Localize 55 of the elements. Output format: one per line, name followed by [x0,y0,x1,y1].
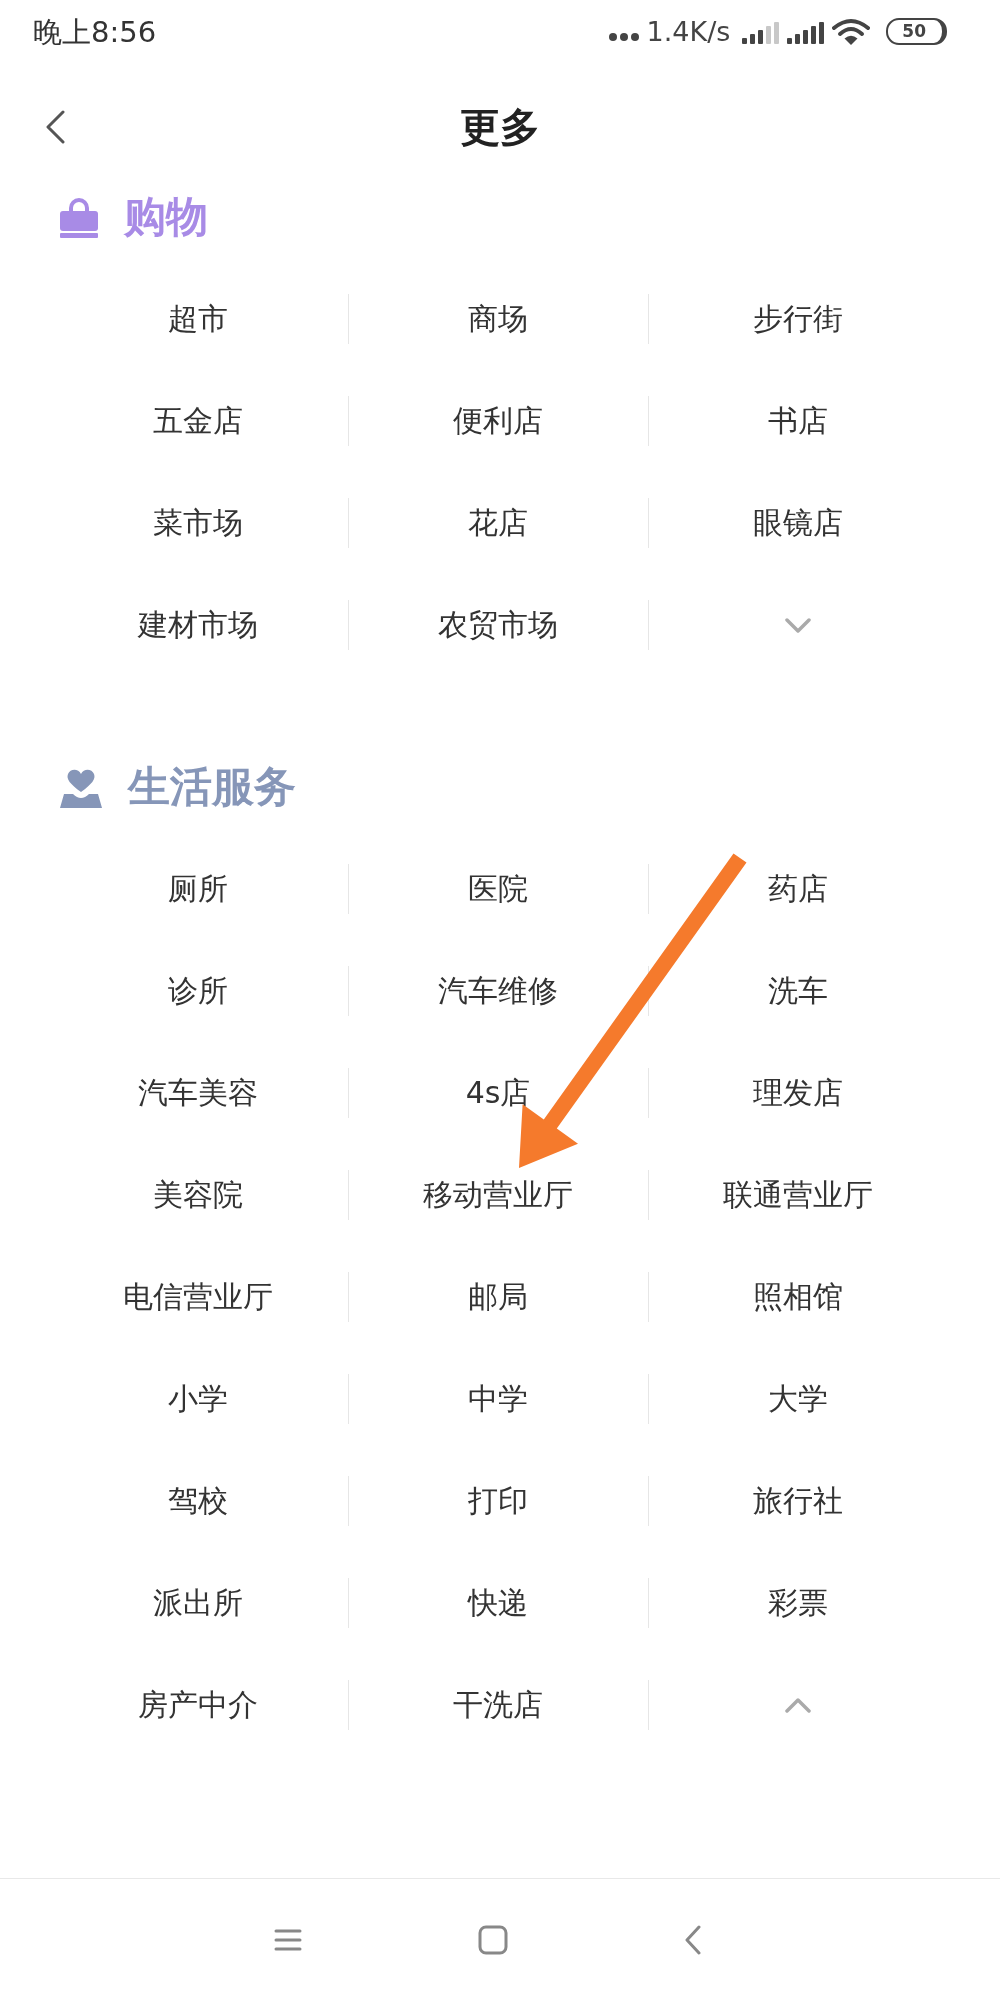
page-title: 更多 [460,103,540,151]
category-link[interactable]: 医院 [468,871,528,907]
category-link[interactable]: 农贸市场 [438,607,558,643]
category-link[interactable]: 汽车维修 [438,973,558,1009]
heart-in-hand-icon [60,767,102,808]
category-link[interactable]: 诊所 [168,973,228,1009]
back-icon[interactable] [684,1924,701,1955]
category-link[interactable]: 美容院 [153,1177,243,1213]
network-speed-text: 1.4K/s [646,15,731,49]
category-link[interactable]: 驾校 [168,1483,228,1519]
back-icon[interactable] [45,110,65,144]
category-link[interactable]: 理发店 [753,1075,843,1111]
category-link[interactable]: 派出所 [153,1585,243,1621]
category-link[interactable]: 小学 [168,1381,228,1417]
category-link[interactable]: 照相馆 [753,1279,843,1315]
battery-indicator: 50 [886,18,947,46]
category-link[interactable]: 步行街 [753,301,843,337]
category-link[interactable]: 打印 [468,1483,528,1519]
bag-icon [60,197,98,238]
category-link[interactable]: 超市 [168,301,228,337]
dots-icon [608,33,639,41]
chevron-down-icon[interactable] [785,617,811,633]
category-link[interactable]: 干洗店 [453,1687,543,1723]
category-link[interactable]: 书店 [768,403,828,439]
category-link[interactable]: 房产中介 [138,1687,258,1723]
category-link[interactable]: 4s店 [465,1075,531,1111]
menu-icon[interactable] [274,1927,302,1952]
home-icon[interactable] [478,1924,508,1955]
category-link[interactable]: 便利店 [453,403,543,439]
category-link[interactable]: 眼镜店 [753,505,843,541]
category-link[interactable]: 大学 [768,1381,828,1417]
chevron-up-icon[interactable] [785,1697,811,1713]
category-link[interactable]: 洗车 [768,973,828,1009]
status-time: 晚上8:56 [33,14,157,50]
category-link[interactable]: 彩票 [768,1585,828,1621]
category-link[interactable]: 商场 [468,301,528,337]
category-link[interactable]: 邮局 [468,1279,528,1315]
category-link[interactable]: 移动营业厅 [423,1177,573,1213]
category-link[interactable]: 汽车美容 [138,1075,258,1111]
category-link[interactable]: 快递 [468,1585,528,1621]
section-title: 生活服务 [128,762,296,813]
category-link[interactable]: 花店 [468,505,528,541]
category-link[interactable]: 电信营业厅 [123,1279,273,1315]
section-title: 购物 [124,192,208,243]
category-link[interactable]: 五金店 [153,403,243,439]
category-link[interactable]: 菜市场 [153,505,243,541]
category-link[interactable]: 厕所 [168,871,228,907]
category-link[interactable]: 药店 [768,871,828,907]
category-link[interactable]: 中学 [468,1381,528,1417]
wifi-icon [832,18,871,46]
signal-icon [742,20,780,44]
signal-icon [787,20,825,44]
category-link[interactable]: 联通营业厅 [723,1177,873,1213]
category-link[interactable]: 旅行社 [753,1483,843,1519]
category-link[interactable]: 建材市场 [138,607,258,643]
